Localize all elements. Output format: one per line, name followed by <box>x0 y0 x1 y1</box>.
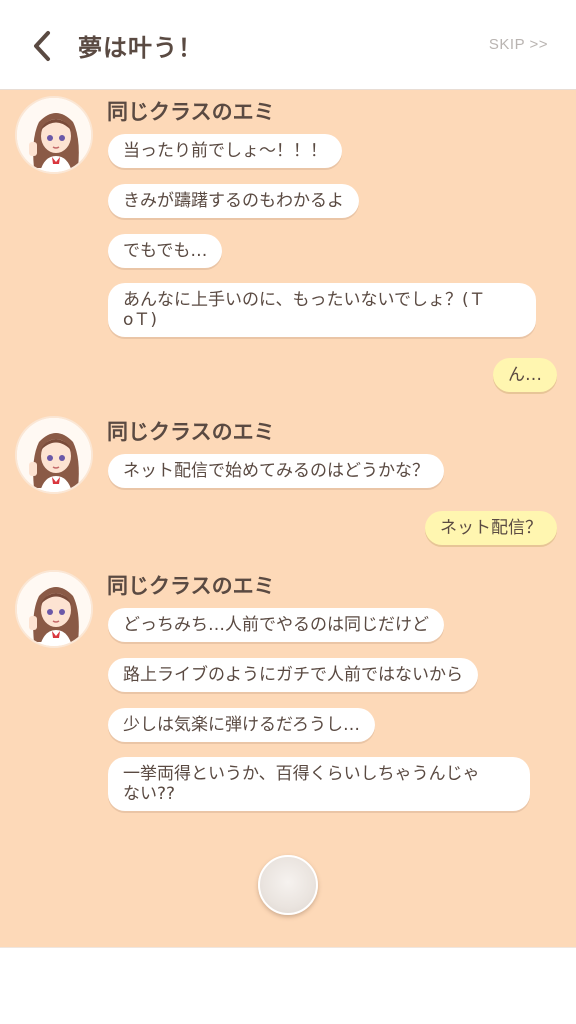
message-bubble: あんなに上手いのに、もったいないでしょ？(Ｔ oＴ) <box>108 283 536 337</box>
message-bubble: ネット配信で始めてみるのはどうかな？ <box>108 454 444 488</box>
reply-bubble: ん… <box>493 358 557 392</box>
message-bubble: 路上ライブのようにガチで人前ではないから <box>108 658 478 692</box>
avatar <box>15 96 93 174</box>
reply-bubble: ネット配信？ <box>425 511 557 545</box>
back-button[interactable] <box>22 26 62 66</box>
bottom-bar <box>0 947 576 1024</box>
chat-area[interactable]: 同じクラスのエミ 当ったり前でしょ～！！！ きみが躊躇するのもわかるよ でもでも… <box>0 90 576 947</box>
avatar <box>15 416 93 494</box>
character-avatar-icon <box>17 418 91 492</box>
header-bar: 夢は叶う！ SKIP >> <box>0 0 576 90</box>
message-bubble: 当ったり前でしょ～！！！ <box>108 134 342 168</box>
character-avatar-icon <box>17 98 91 172</box>
avatar <box>15 570 93 648</box>
skip-button[interactable]: SKIP >> <box>489 36 548 53</box>
sender-name: 同じクラスのエミ <box>107 574 275 598</box>
message-bubble: どっちみち…人前でやるのは同じだけど <box>108 608 444 642</box>
character-avatar-icon <box>17 572 91 646</box>
sender-name: 同じクラスのエミ <box>107 420 275 444</box>
message-bubble: 少しは気楽に弾けるだろうし… <box>108 708 375 742</box>
message-bubble: きみが躊躇するのもわかるよ <box>108 184 359 218</box>
chevron-left-icon <box>34 31 50 61</box>
next-message-button[interactable] <box>258 855 318 915</box>
message-bubble: 一挙両得というか、百得くらいしちゃうんじゃ ない?? <box>108 757 530 811</box>
page-title: 夢は叶う！ <box>78 34 203 62</box>
sender-name: 同じクラスのエミ <box>107 100 275 124</box>
message-bubble: でもでも… <box>108 234 223 268</box>
